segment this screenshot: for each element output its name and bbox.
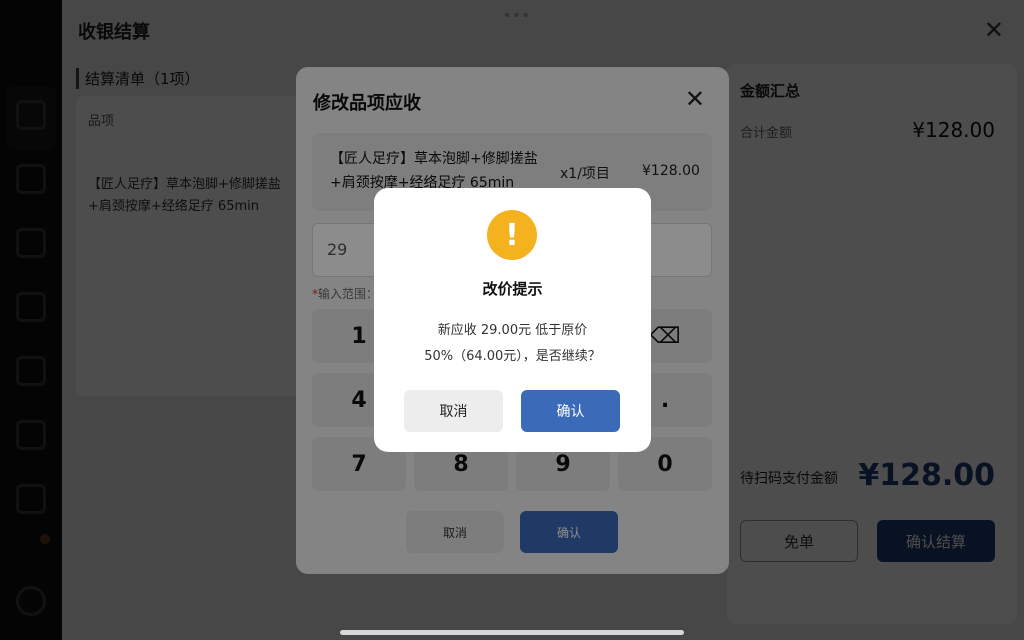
alert-confirm-button[interactable]: 确认 <box>521 390 620 432</box>
alert-message: 新应收 29.00元 低于原价 50%（64.00元），是否继续？ <box>394 318 631 370</box>
alert-title: 改价提示 <box>482 280 543 298</box>
warning-icon: ! <box>487 210 537 260</box>
alert-message-line-2: 50%（64.00元），是否继续？ <box>424 349 601 364</box>
alert-cancel-button[interactable]: 取消 <box>404 390 503 432</box>
price-change-alert: ! 改价提示 新应收 29.00元 低于原价 50%（64.00元），是否继续？… <box>374 188 651 452</box>
alert-message-line-1: 新应收 29.00元 低于原价 <box>437 323 588 338</box>
home-indicator[interactable] <box>340 630 684 635</box>
